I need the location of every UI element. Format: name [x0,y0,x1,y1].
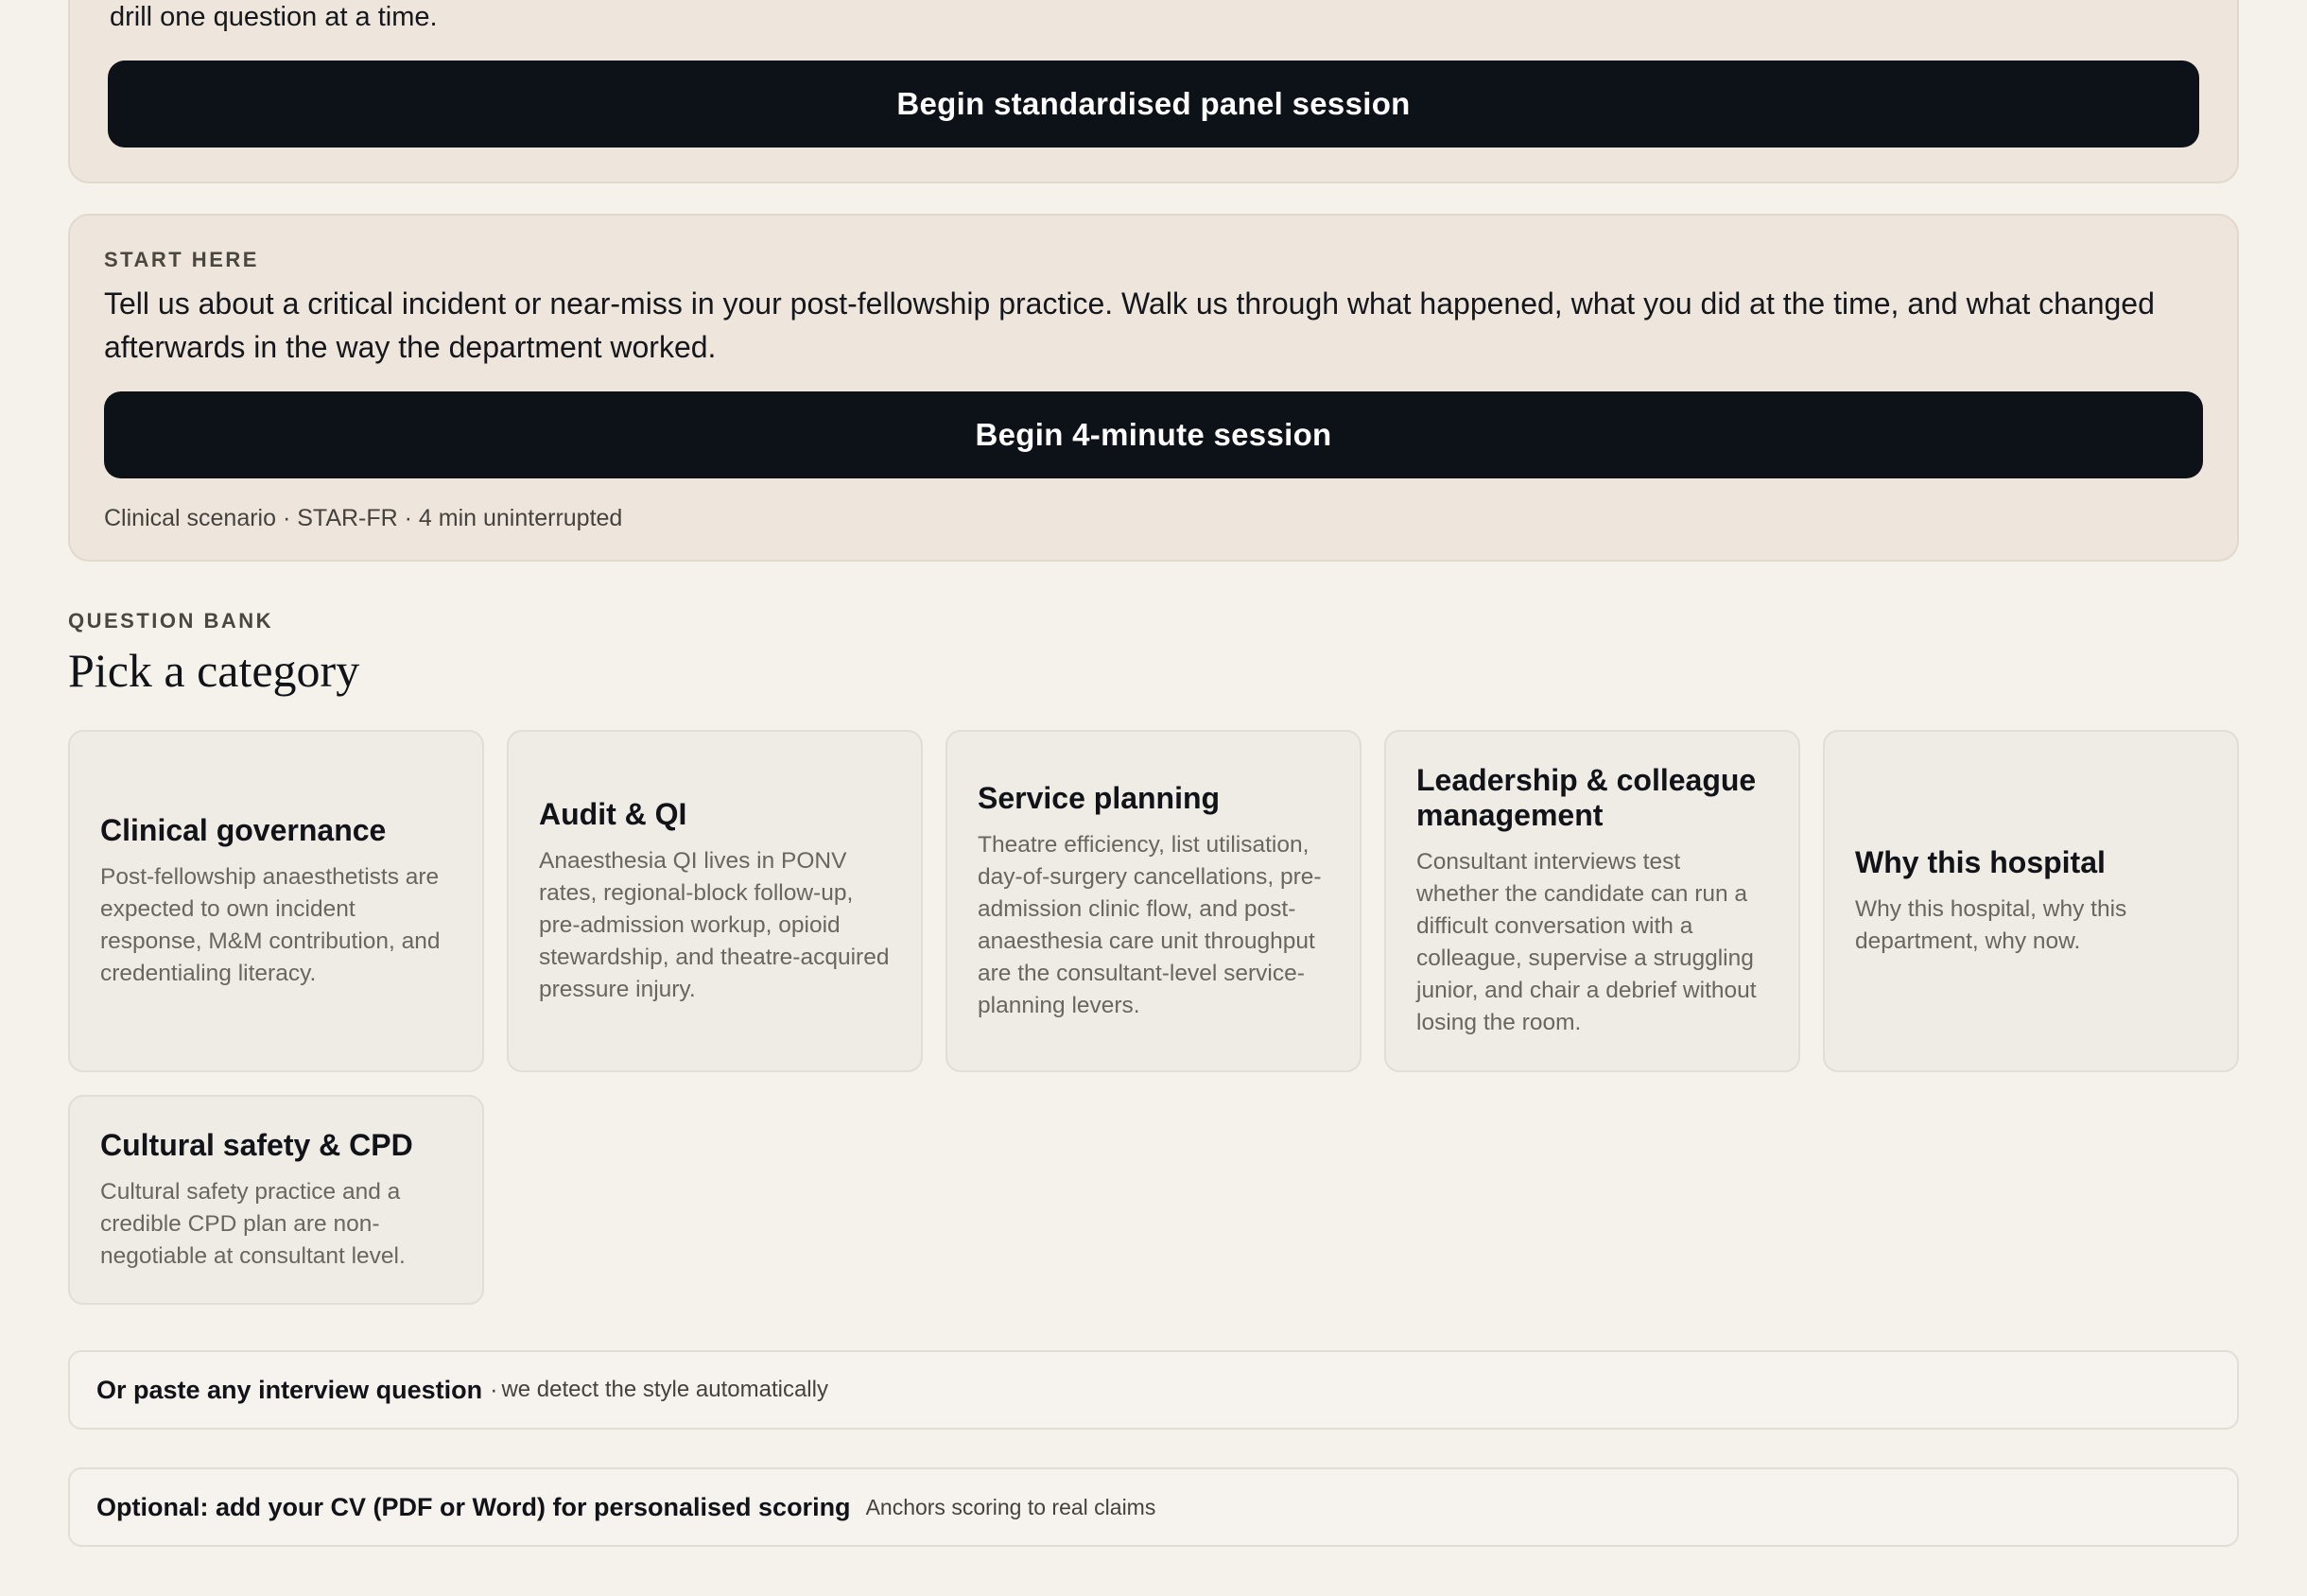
featured-question: Tell us about a critical incident or nea… [104,286,2155,364]
category-title: Leadership & colleague management [1416,763,1757,832]
category-card-leadership[interactable]: Leadership & colleague management Consul… [1384,730,1800,1072]
session-meta: Clinical scenario · STAR-FR · 4 min unin… [104,505,623,531]
cv-upload-label: Optional: add your CV (PDF or Word) for … [96,1492,851,1521]
category-title: Clinical governance [100,812,387,847]
category-description: Why this hospital, why this department, … [1855,895,2127,954]
panel-session-intro: drill one question at a time. [110,2,438,32]
category-title: Service planning [978,780,1221,815]
category-card-service-planning[interactable]: Service planning Theatre efficiency, lis… [945,730,1362,1072]
question-bank-eyebrow: QUESTION BANK [68,609,274,633]
paste-question-bar[interactable]: Or paste any interview question · we det… [68,1350,2239,1430]
category-card-clinical-governance[interactable]: Clinical governance Post-fellowship anae… [68,730,484,1072]
begin-4-minute-session-button[interactable]: Begin 4-minute session [104,391,2203,478]
start-here-card: START HERE Tell us about a critical inci… [68,214,2239,562]
category-description: Theatre efficiency, list utilisation, da… [978,831,1322,1018]
paste-question-label: Or paste any interview question [96,1375,483,1404]
category-description: Cultural safety practice and a credible … [100,1178,406,1269]
cv-upload-bar[interactable]: Optional: add your CV (PDF or Word) for … [68,1467,2239,1547]
page: drill one question at a time. Begin stan… [0,0,2307,1596]
category-title: Why this hospital [1855,844,2106,879]
paste-question-separator: · [490,1376,498,1403]
cv-upload-hint: Anchors scoring to real claims [865,1494,1156,1519]
category-description: Consultant interviews test whether the c… [1416,849,1757,1035]
panel-session-card: drill one question at a time. Begin stan… [68,0,2239,183]
question-bank-title: Pick a category [68,644,360,697]
category-title: Audit & QI [539,796,687,831]
paste-question-hint: we detect the style automatically [501,1377,828,1402]
category-card-why-this-hospital[interactable]: Why this hospital Why this hospital, why… [1823,730,2239,1072]
category-card-cultural-safety-cpd[interactable]: Cultural safety & CPD Cultural safety pr… [68,1095,484,1305]
category-title: Cultural safety & CPD [100,1127,413,1162]
category-card-audit-qi[interactable]: Audit & QI Anaesthesia QI lives in PONV … [507,730,923,1072]
category-description: Post-fellowship anaesthetists are expect… [100,863,441,986]
start-here-eyebrow: START HERE [104,248,259,271]
begin-panel-session-button[interactable]: Begin standardised panel session [108,61,2199,147]
category-description: Anaesthesia QI lives in PONV rates, regi… [539,847,890,1002]
